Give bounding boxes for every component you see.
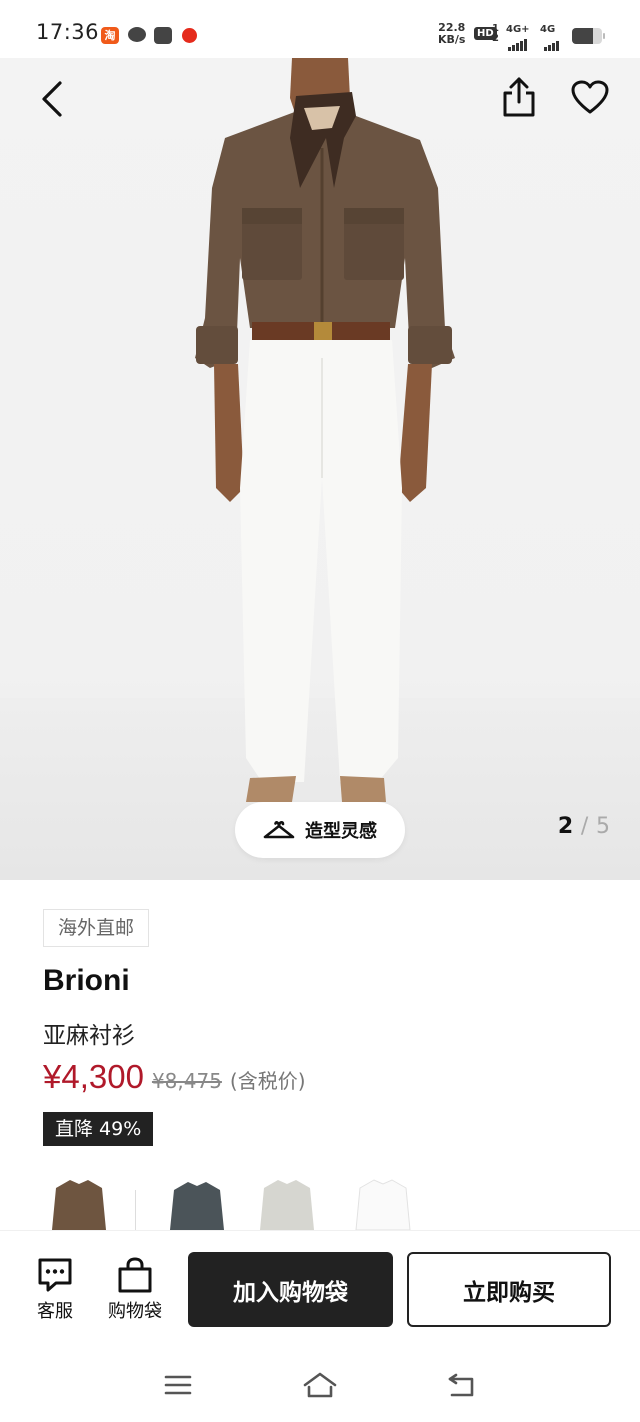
swatch-grey-shirt[interactable] <box>252 1176 322 1230</box>
product-photo-model <box>195 58 455 802</box>
swatch-divider <box>135 1190 136 1230</box>
back-arrow-icon <box>42 81 62 117</box>
back-button[interactable] <box>30 77 74 121</box>
color-swatches <box>40 1176 640 1230</box>
shirt-thumbnail <box>260 1180 314 1230</box>
customer-service-button[interactable]: 客服 <box>20 1255 90 1323</box>
product-image-carousel[interactable]: 造型灵感 2 / 5 <box>0 58 640 880</box>
sim-slots: 1 2 <box>492 23 499 44</box>
original-price: ¥8,475 <box>151 1069 222 1093</box>
system-navigation-bar <box>0 1348 640 1422</box>
hanger-icon <box>263 820 295 839</box>
bottom-action-bar: 客服 购物袋 加入购物袋 立即购买 <box>0 1230 640 1348</box>
styling-inspiration-label: 造型灵感 <box>305 821 377 842</box>
customer-service-label: 客服 <box>37 1301 73 1322</box>
menu-icon <box>164 1375 192 1395</box>
shopping-bag-button[interactable]: 购物袋 <box>100 1255 170 1323</box>
home-button[interactable] <box>300 1368 340 1402</box>
brand-name[interactable]: Brioni <box>43 964 130 998</box>
image-page-indicator: 2 / 5 <box>558 814 610 839</box>
back-icon <box>448 1373 474 1397</box>
shirt-thumbnail <box>355 1179 411 1230</box>
network-speed: 22.8 KB/s <box>438 22 465 46</box>
signal-bars-2 <box>544 32 559 51</box>
buy-now-button[interactable]: 立即购买 <box>407 1252 611 1327</box>
mail-icon <box>154 27 172 44</box>
battery-icon <box>572 28 602 44</box>
heart-icon <box>571 80 609 114</box>
page-current: 2 <box>557 814 574 839</box>
system-back-button[interactable] <box>442 1368 482 1402</box>
network-speed-unit: KB/s <box>438 33 466 46</box>
share-button[interactable] <box>497 75 541 119</box>
current-price: ¥4,300 <box>43 1058 144 1095</box>
signal-bars-1 <box>508 32 527 51</box>
status-bar: 17:36 淘 22.8 KB/s HD 1 2 4G+ 4G <box>0 0 640 58</box>
page-total: 5 <box>596 814 610 839</box>
swatch-slate-shirt[interactable] <box>162 1176 232 1230</box>
product-name: 亚麻衬衫 <box>43 1023 135 1049</box>
add-to-bag-button[interactable]: 加入购物袋 <box>188 1252 393 1327</box>
page-separator: / <box>580 814 589 839</box>
shirt-thumbnail <box>52 1180 106 1230</box>
share-icon <box>503 77 535 117</box>
favorite-button[interactable] <box>568 75 612 119</box>
discount-badge: 直降 49% <box>43 1112 154 1146</box>
chat-icon <box>38 1258 72 1292</box>
red-notification-icon <box>182 28 197 43</box>
status-time: 17:36 <box>36 20 100 44</box>
product-info: 海外直邮 Brioni 亚麻衬衫 ¥4,300 ¥8,475 (含税价) 直降 … <box>0 880 640 1250</box>
menu-button[interactable] <box>158 1368 198 1402</box>
shopping-bag-label: 购物袋 <box>108 1301 162 1322</box>
swatch-brown-shirt[interactable] <box>44 1176 114 1230</box>
shirt-thumbnail <box>170 1182 224 1230</box>
home-icon <box>303 1372 337 1398</box>
battery-tip <box>603 33 605 39</box>
shipping-tag: 海外直邮 <box>43 909 150 947</box>
tax-note: (含税价) <box>229 1069 306 1093</box>
chat-bubble-icon <box>128 27 146 42</box>
taobao-icon: 淘 <box>101 27 119 44</box>
swatch-white-shirt[interactable] <box>348 1176 418 1230</box>
price-row: ¥4,300 ¥8,475 (含税价) <box>43 1058 306 1096</box>
shopping-bag-icon <box>118 1257 152 1293</box>
styling-inspiration-button[interactable]: 造型灵感 <box>235 802 405 858</box>
